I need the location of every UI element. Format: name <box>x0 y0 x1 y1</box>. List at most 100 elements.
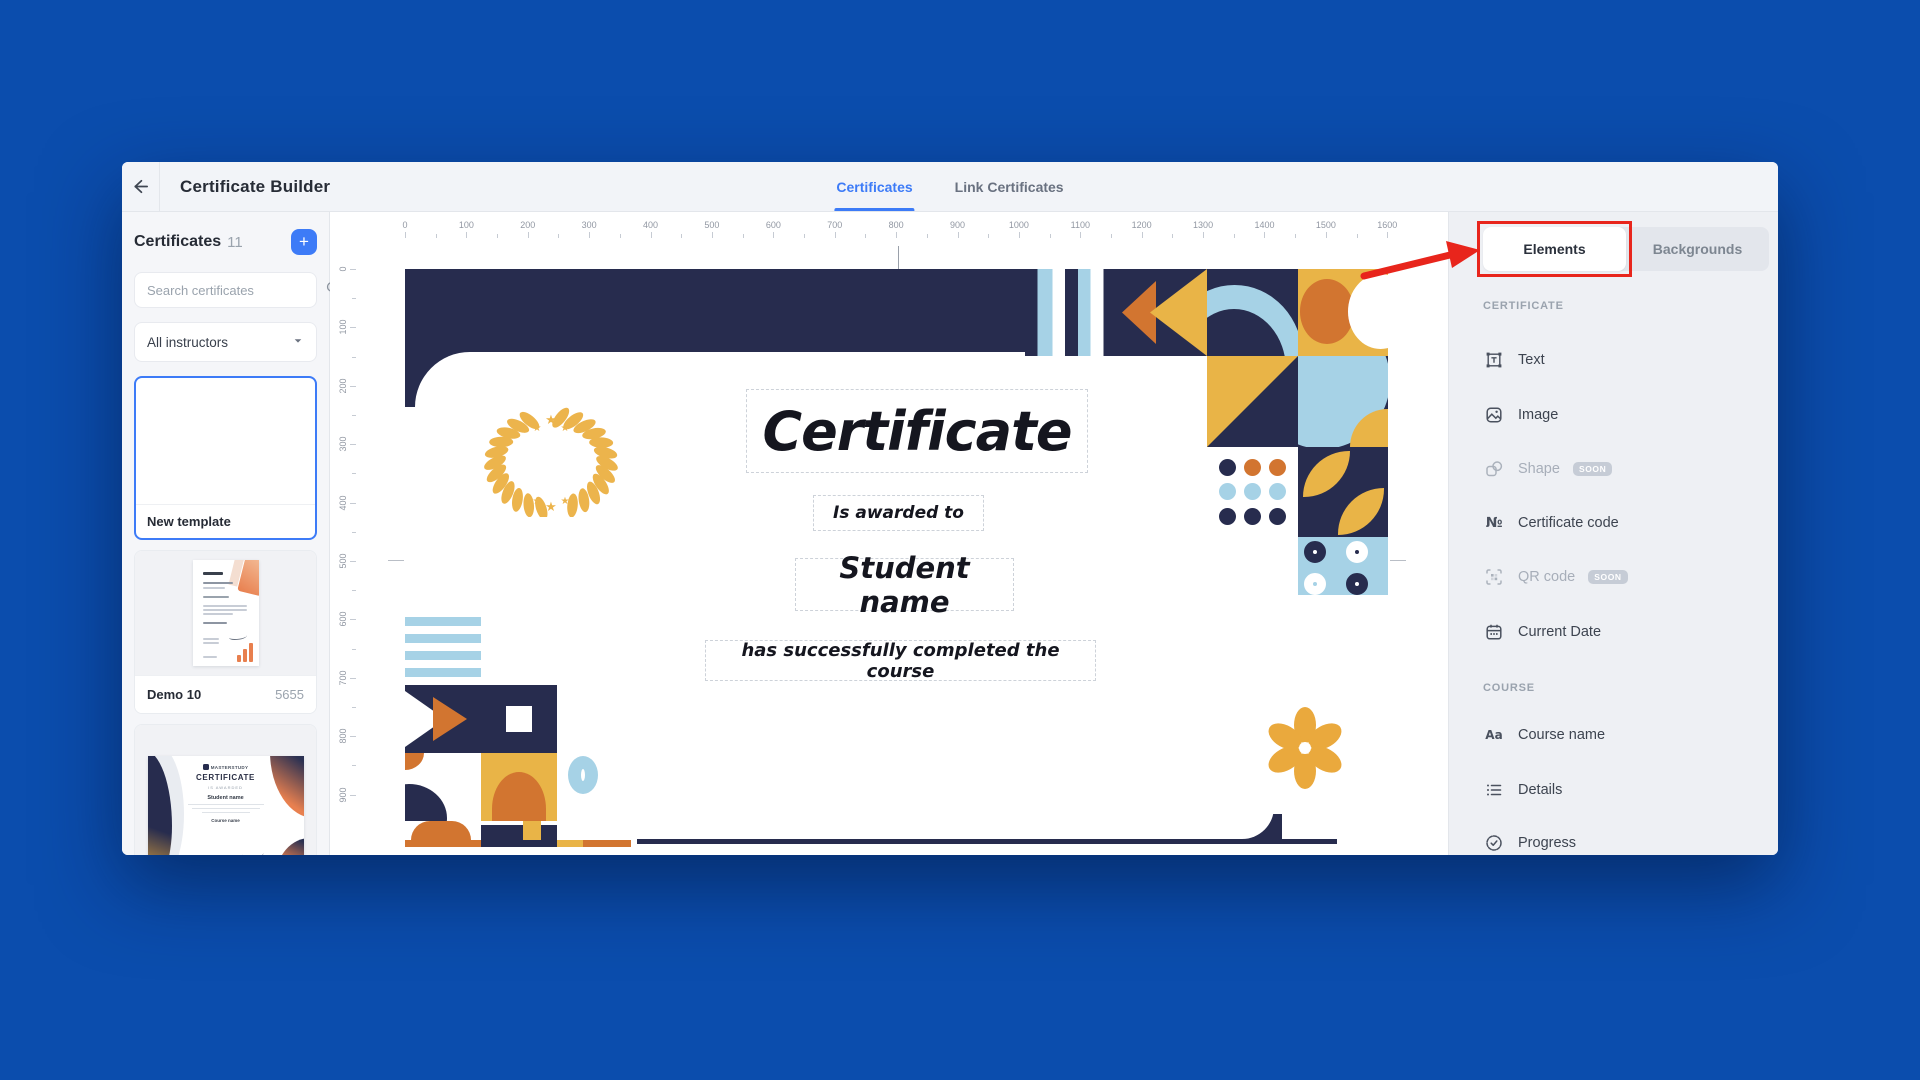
mosaic-tile-arrows <box>1116 269 1207 356</box>
templates-sidebar: Certificates 11 + All instructors New te… <box>122 212 330 855</box>
h-ruler-label: 500 <box>704 220 719 230</box>
center-guide-right <box>1390 560 1406 561</box>
vertical-ruler: 0100200300400500600700800900 <box>330 212 356 855</box>
v-ruler-label: 0 <box>338 266 348 271</box>
soon-badge: SOON <box>1588 570 1627 585</box>
template-card-demo10[interactable]: Demo 10 5655 <box>134 550 317 714</box>
demo10-thumbnail-image <box>193 560 259 666</box>
h-ruler-label: 400 <box>643 220 658 230</box>
element-item-certificate-code[interactable]: № Certificate code <box>1483 503 1768 543</box>
shape-icon <box>1483 458 1505 480</box>
completed-course-text[interactable]: has successfully completed the course <box>705 640 1096 681</box>
tab-link-certificates[interactable]: Link Certificates <box>955 162 1064 211</box>
v-ruler-label: 500 <box>338 553 348 568</box>
student-name-text[interactable]: Student name <box>795 558 1014 611</box>
tab-backgrounds[interactable]: Backgrounds <box>1626 227 1769 271</box>
tab-certificates[interactable]: Certificates <box>836 162 912 211</box>
mosaic-tile-dots <box>1207 447 1298 537</box>
mosaic-tile-square <box>481 685 557 753</box>
app-header: Certificate Builder Certificates Link Ce… <box>122 162 1778 212</box>
certificate-builder-window: Certificate Builder Certificates Link Ce… <box>122 162 1778 855</box>
desktop-backdrop: { "header": { "title": "Certificate Buil… <box>0 0 1920 1080</box>
svg-text:★: ★ <box>533 423 542 434</box>
tab-elements[interactable]: Elements <box>1483 227 1626 271</box>
h-ruler-label: 100 <box>459 220 474 230</box>
v-ruler-label: 300 <box>338 437 348 452</box>
svg-text:★: ★ <box>545 500 557 515</box>
search-box <box>134 272 317 308</box>
laurel-wreath-graphic[interactable]: ★★★★★★ <box>471 405 631 517</box>
element-item-qr-code: QR code SOON <box>1483 557 1768 597</box>
certificate-code-icon: № <box>1483 512 1505 534</box>
svg-text:★: ★ <box>545 413 557 428</box>
v-ruler-label: 800 <box>338 729 348 744</box>
svg-text:★: ★ <box>561 423 570 434</box>
image-icon <box>1483 404 1505 426</box>
mosaic-tile-arc <box>1207 269 1298 356</box>
mosaic-bit-1 <box>411 821 471 840</box>
h-ruler-label: 300 <box>582 220 597 230</box>
element-item-course-name[interactable]: Aa Course name <box>1483 715 1768 755</box>
h-ruler-label: 200 <box>520 220 535 230</box>
template-name: New template <box>136 504 315 538</box>
back-button[interactable] <box>122 162 160 211</box>
flower-graphic <box>1263 706 1347 790</box>
element-item-shape: Shape SOON <box>1483 449 1768 489</box>
mosaic-tile-dome <box>481 753 557 821</box>
mosaic-tile-donut-big <box>557 753 633 821</box>
add-template-button[interactable]: + <box>291 229 317 255</box>
panel-tabs: Elements Backgrounds <box>1483 227 1769 271</box>
mosaic-tile-quarter <box>1298 356 1388 447</box>
section-label-certificate: CERTIFICATE <box>1483 300 1564 312</box>
page-title: Certificate Builder <box>180 162 330 211</box>
template-name: Demo 10 <box>147 687 201 702</box>
h-ruler-label: 1200 <box>1132 220 1152 230</box>
templates-count: 11 <box>227 234 243 251</box>
elements-panel: Elements Backgrounds CERTIFICATE Text <box>1448 212 1778 855</box>
certificate-title-text[interactable]: Certificate <box>746 389 1088 473</box>
mosaic-tile-triangle <box>1207 356 1298 447</box>
h-ruler-label: 600 <box>766 220 781 230</box>
h-ruler-label: 700 <box>827 220 842 230</box>
template-card-new[interactable]: New template <box>134 376 317 540</box>
center-guide-left <box>388 560 404 561</box>
h-ruler-label: 1400 <box>1254 220 1274 230</box>
v-ruler-label: 900 <box>338 787 348 802</box>
h-ruler-label: 800 <box>889 220 904 230</box>
text-icon <box>1483 349 1505 371</box>
mosaic-tile-stripes-v <box>1025 269 1116 356</box>
h-ruler-label: 1000 <box>1009 220 1029 230</box>
svg-text:★: ★ <box>561 496 570 507</box>
element-item-progress[interactable]: Progress <box>1483 823 1768 855</box>
section-label-course: COURSE <box>1483 682 1535 694</box>
awarded-to-text[interactable]: Is awarded to <box>813 495 984 531</box>
h-ruler-label: 1600 <box>1377 220 1397 230</box>
element-item-details[interactable]: Details <box>1483 770 1768 810</box>
soon-badge: SOON <box>1573 462 1612 477</box>
search-input[interactable] <box>145 282 325 299</box>
progress-badge-icon <box>1483 832 1505 854</box>
certificate-sheet[interactable]: ★★★★★★ Certificate Is awarded to Student… <box>405 269 1388 852</box>
v-ruler-label: 200 <box>338 378 348 393</box>
template-card-third[interactable]: MASTERSTUDY CERTIFICATE IS AWARDED Stude… <box>134 724 317 855</box>
svg-text:★: ★ <box>533 496 542 507</box>
element-item-text[interactable]: Text <box>1483 340 1768 380</box>
third-thumbnail-image: MASTERSTUDY CERTIFICATE IS AWARDED Stude… <box>148 756 304 855</box>
chevron-down-icon <box>292 335 304 350</box>
v-ruler-label: 600 <box>338 612 348 627</box>
template-label-row: Demo 10 5655 <box>135 675 316 713</box>
v-ruler-label: 700 <box>338 670 348 685</box>
center-guide-top <box>898 246 899 269</box>
design-canvas[interactable]: 0100200300400500600700800900100011001200… <box>330 212 1448 855</box>
sidebar-title: Certificates <box>134 233 221 251</box>
v-ruler-label: 100 <box>338 320 348 335</box>
mosaic-tile-play <box>405 685 481 753</box>
instructor-filter-select[interactable]: All instructors <box>134 322 317 362</box>
mosaic-tile-quarter2 <box>405 753 481 821</box>
mosaic-tile-stripes-h <box>405 617 481 685</box>
horizontal-ruler: 0100200300400500600700800900100011001200… <box>330 212 1448 240</box>
element-item-current-date[interactable]: Current Date <box>1483 612 1768 652</box>
mosaic-bit-2 <box>481 825 557 840</box>
element-item-image[interactable]: Image <box>1483 395 1768 435</box>
mosaic-tile-circles <box>1298 269 1388 356</box>
